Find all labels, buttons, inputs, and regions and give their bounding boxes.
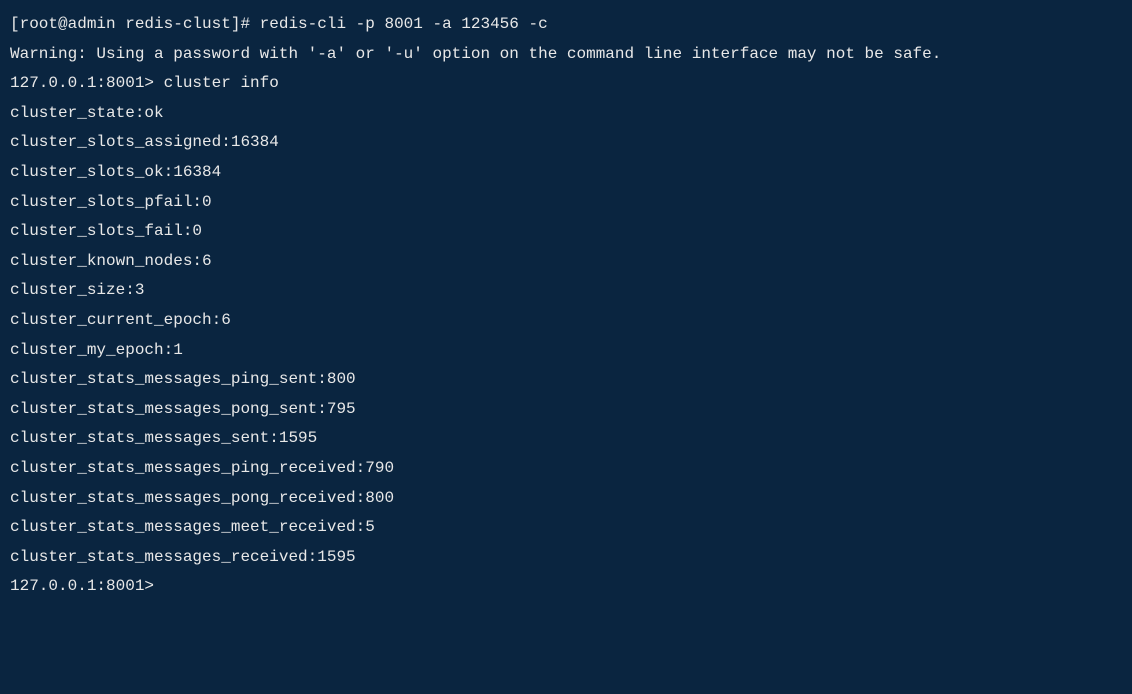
shell-prompt-line: [root@admin redis-clust]# redis-cli -p 8…: [10, 10, 1122, 40]
redis-prompt: 127.0.0.1:8001>: [10, 74, 164, 92]
output-cluster-slots-ok: cluster_slots_ok:16384: [10, 158, 1122, 188]
output-cluster-known-nodes: cluster_known_nodes:6: [10, 247, 1122, 277]
redis-prompt-line-1: 127.0.0.1:8001> cluster info: [10, 69, 1122, 99]
output-cluster-slots-pfail: cluster_slots_pfail:0: [10, 188, 1122, 218]
redis-prompt-line-2[interactable]: 127.0.0.1:8001>: [10, 572, 1122, 602]
redis-prompt: 127.0.0.1:8001>: [10, 577, 164, 595]
output-cluster-state: cluster_state:ok: [10, 99, 1122, 129]
output-messages-sent: cluster_stats_messages_sent:1595: [10, 424, 1122, 454]
output-cluster-slots-assigned: cluster_slots_assigned:16384: [10, 128, 1122, 158]
output-pong-sent: cluster_stats_messages_pong_sent:795: [10, 395, 1122, 425]
output-cluster-size: cluster_size:3: [10, 276, 1122, 306]
redis-command: cluster info: [164, 74, 279, 92]
output-ping-received: cluster_stats_messages_ping_received:790: [10, 454, 1122, 484]
output-cluster-current-epoch: cluster_current_epoch:6: [10, 306, 1122, 336]
terminal-window[interactable]: [root@admin redis-clust]# redis-cli -p 8…: [10, 10, 1122, 602]
output-ping-sent: cluster_stats_messages_ping_sent:800: [10, 365, 1122, 395]
output-cluster-slots-fail: cluster_slots_fail:0: [10, 217, 1122, 247]
shell-prompt: [root@admin redis-clust]#: [10, 15, 260, 33]
shell-command: redis-cli -p 8001 -a 123456 -c: [260, 15, 548, 33]
warning-line: Warning: Using a password with '-a' or '…: [10, 40, 1122, 70]
output-messages-received: cluster_stats_messages_received:1595: [10, 543, 1122, 573]
output-meet-received: cluster_stats_messages_meet_received:5: [10, 513, 1122, 543]
output-cluster-my-epoch: cluster_my_epoch:1: [10, 336, 1122, 366]
output-pong-received: cluster_stats_messages_pong_received:800: [10, 484, 1122, 514]
